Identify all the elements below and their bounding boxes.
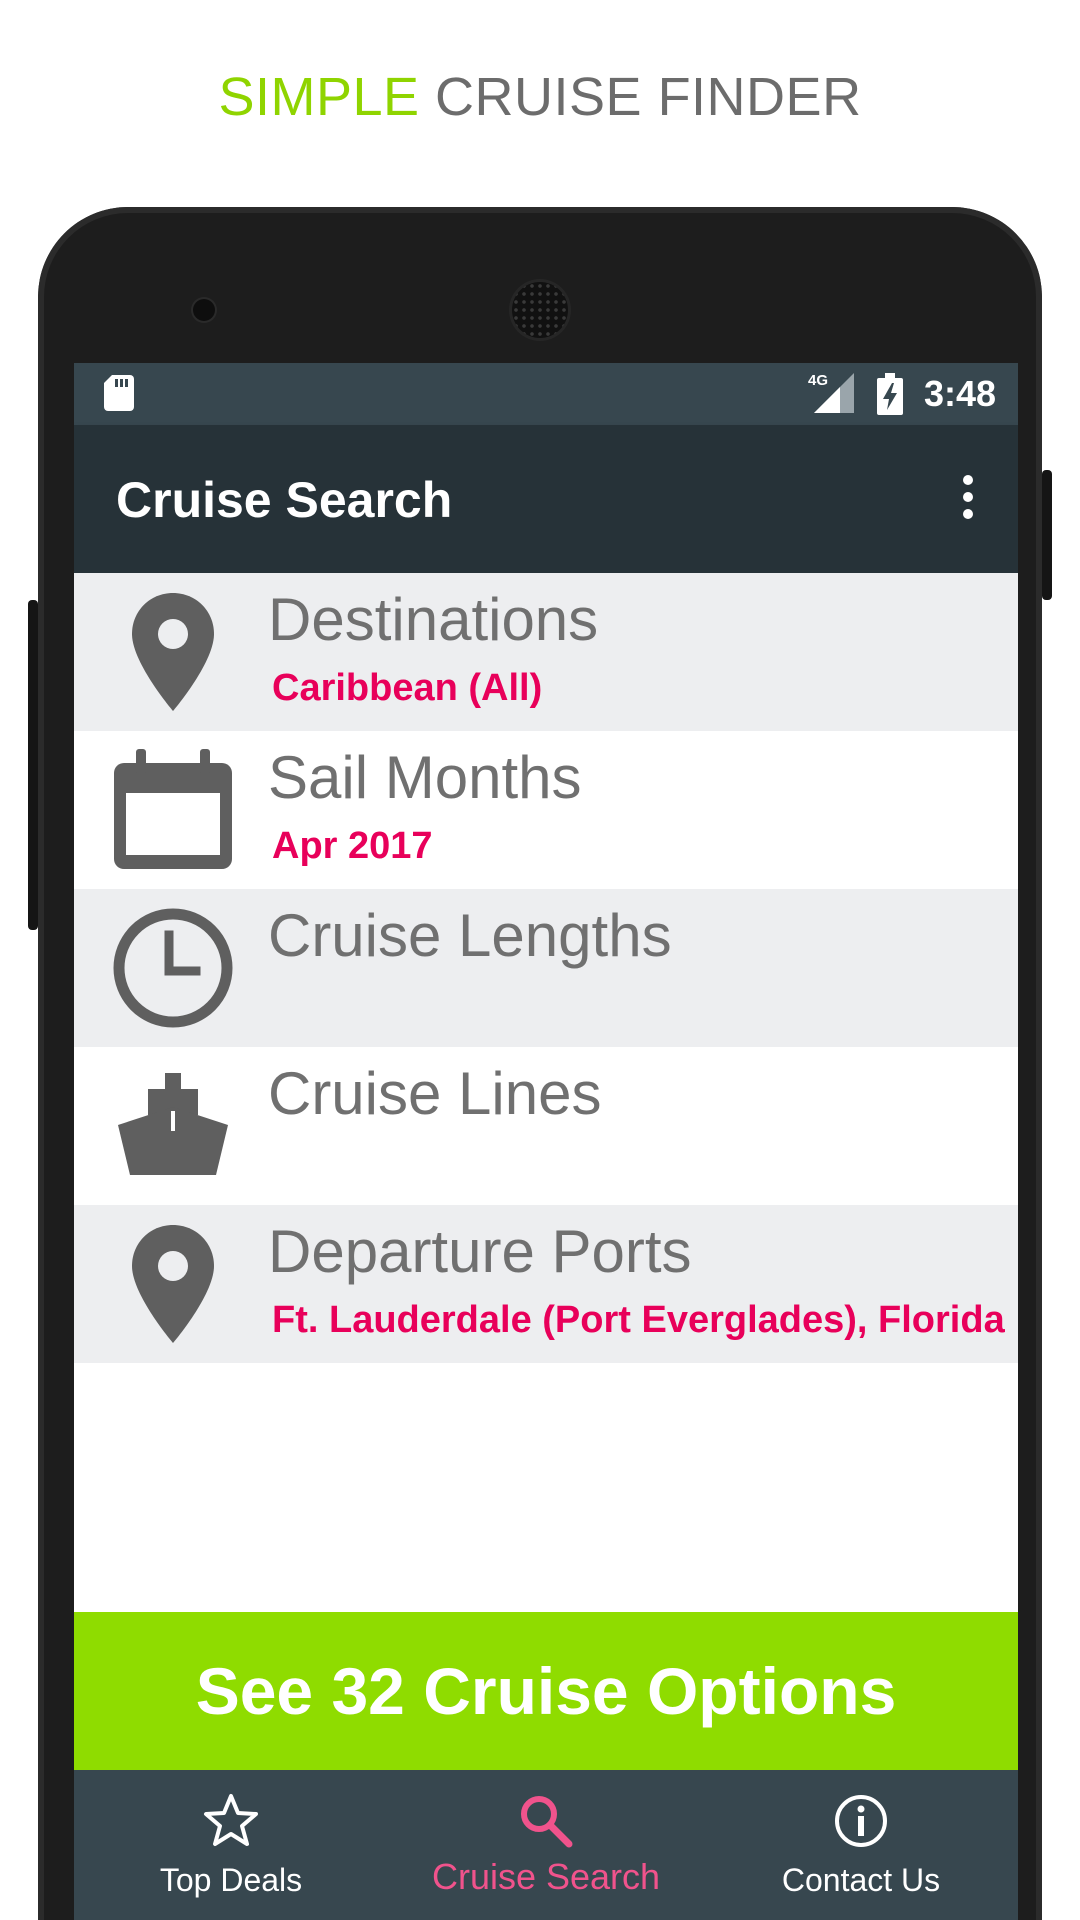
earpiece-speaker — [512, 282, 568, 338]
row-destinations[interactable]: Destinations Caribbean (All) — [74, 573, 1018, 731]
power-button — [1042, 470, 1052, 600]
phone-screen: 4G 3:48 Cruise Search Destinations Carib… — [74, 363, 1018, 1920]
info-icon — [835, 1795, 887, 1847]
app-bar: Cruise Search — [74, 425, 1018, 573]
nav-top-deals[interactable]: Top Deals — [74, 1770, 388, 1920]
more-vert-icon[interactable] — [960, 475, 976, 523]
row-title: Cruise Lines — [268, 1060, 602, 1127]
promo-page: SIMPLE CRUISE FINDER 4G 3:48 Cruise Sear… — [0, 0, 1080, 1920]
signal-icon — [814, 373, 854, 413]
location-pin-icon — [132, 1225, 214, 1343]
promo-headline: SIMPLE CRUISE FINDER — [0, 66, 1080, 128]
ship-icon — [118, 1073, 228, 1175]
front-camera — [193, 299, 215, 321]
nav-label: Cruise Search — [431, 1856, 661, 1897]
see-cruise-options-button[interactable]: See 32 Cruise Options — [74, 1612, 1018, 1770]
location-pin-icon — [132, 593, 214, 711]
row-departure-ports[interactable]: Departure Ports Ft. Lauderdale (Port Eve… — [74, 1205, 1018, 1363]
row-cruise-lines[interactable]: Cruise Lines — [74, 1047, 1018, 1205]
status-time: 3:48 — [923, 373, 996, 414]
clock-icon — [113, 908, 233, 1028]
row-value: Ft. Lauderdale (Port Everglades), Florid… — [272, 1299, 1005, 1341]
app-bar-title: Cruise Search — [116, 472, 453, 528]
row-title: Destinations — [268, 586, 599, 653]
nav-label: Contact Us — [781, 1862, 941, 1898]
row-title: Departure Ports — [268, 1218, 692, 1285]
nav-cruise-search[interactable]: Cruise Search — [389, 1770, 703, 1920]
nav-contact-us[interactable]: Contact Us — [704, 1770, 1018, 1920]
battery-charging-icon — [877, 373, 903, 415]
volume-rocker — [28, 600, 38, 930]
row-title: Sail Months — [268, 744, 582, 811]
search-icon — [521, 1796, 573, 1848]
row-title: Cruise Lengths — [268, 902, 672, 969]
row-value: Caribbean (All) — [272, 667, 543, 709]
row-cruise-lengths[interactable]: Cruise Lengths — [74, 889, 1018, 1047]
headline-rest: CRUISE FINDER — [435, 67, 862, 127]
status-bar: 4G 3:48 — [74, 363, 1018, 425]
row-sail-months[interactable]: Sail Months Apr 2017 — [74, 731, 1018, 889]
nav-label: Top Deals — [159, 1862, 303, 1898]
star-icon — [204, 1794, 258, 1846]
bottom-navigation: Top Deals Cruise Search Contact Us — [74, 1770, 1018, 1920]
headline-accent: SIMPLE — [218, 67, 420, 127]
search-criteria-list: Destinations Caribbean (All) Sail Months… — [74, 573, 1018, 1363]
calendar-icon — [114, 749, 232, 869]
sd-card-icon — [104, 375, 134, 411]
row-value: Apr 2017 — [272, 825, 433, 867]
